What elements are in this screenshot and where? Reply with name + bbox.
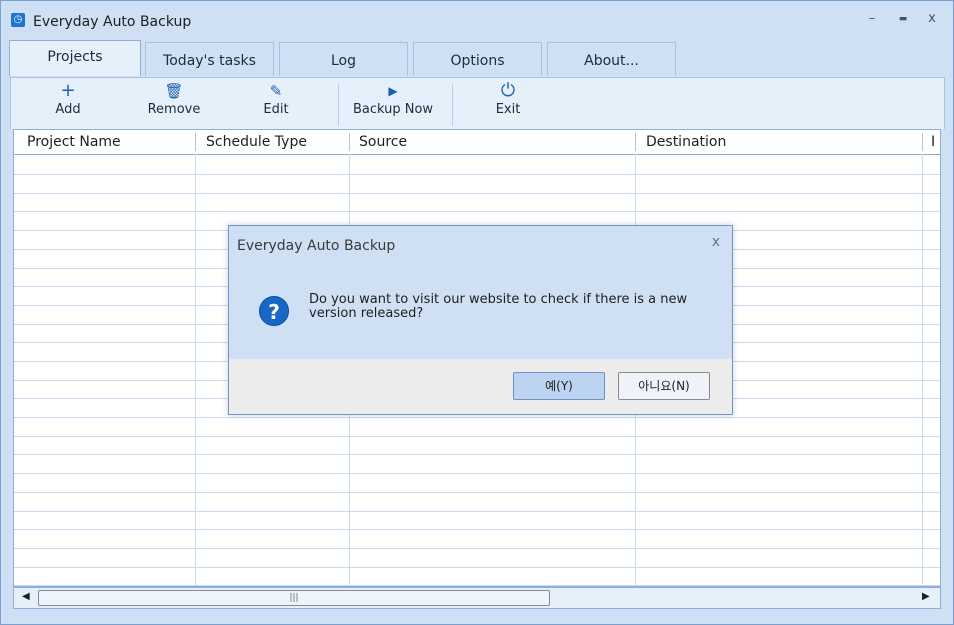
grid-row-line [14,454,940,455]
grid-row-line [14,436,940,437]
exit-label: Exit [495,102,521,117]
grid-row-line [14,567,940,568]
edit-button[interactable]: ✎ Edit [251,78,301,130]
remove-label: Remove [147,102,201,117]
scroll-left-arrow-icon[interactable]: ◀ [22,591,30,602]
grid-row-line [14,473,940,474]
question-icon: ? [259,296,289,326]
tab-log[interactable]: Log [279,42,408,76]
edit-label: Edit [263,102,289,117]
exit-button[interactable]: ⏻ Exit [483,78,533,130]
col-source[interactable]: Source [359,134,407,150]
dialog-title: Everyday Auto Backup [237,238,396,254]
grid-row-line [14,193,940,194]
column-divider[interactable] [922,133,923,151]
backup-now-label: Backup Now [352,102,434,117]
title-bar: ◷ Everyday Auto Backup – ▬ x [1,1,953,35]
grid-column-line [195,154,196,586]
column-divider[interactable] [635,133,636,151]
remove-button[interactable]: 🗑 Remove [144,78,204,130]
col-project-name[interactable]: Project Name [27,134,121,150]
dialog-footer: 예(Y) 아니요(N) [229,359,732,414]
grid-column-line [922,154,923,586]
no-button[interactable]: 아니요(N) [618,372,710,400]
app-clock-icon: ◷ [11,13,25,27]
trash-icon: 🗑 [164,82,184,100]
grid-row-line [14,211,940,212]
scrollbar-thumb[interactable]: ||| [38,590,550,606]
tab-projects[interactable]: Projects [9,40,141,76]
tab-options[interactable]: Options [413,42,542,76]
toolbar: + Add 🗑 Remove ✎ Edit ▶ Backup Now ⏻ Exi… [10,77,945,129]
backup-now-button[interactable]: ▶ Backup Now [348,78,438,130]
tab-todays-tasks[interactable]: Today's tasks [145,42,274,76]
grid-row-line [14,548,940,549]
grid-row-line [14,529,940,530]
power-icon: ⏻ [500,80,516,101]
grid-row-line [14,511,940,512]
tab-about[interactable]: About... [547,42,676,76]
pen-icon: ✎ [269,82,283,100]
toolbar-separator [452,84,453,126]
grid-row-line [14,585,940,586]
column-divider[interactable] [349,133,350,151]
column-divider[interactable] [195,133,196,151]
grid-header: Project Name Schedule Type Source Destin… [14,130,940,155]
yes-button[interactable]: 예(Y) [513,372,605,400]
toolbar-separator [338,84,339,126]
col-partial[interactable]: I [931,134,935,150]
grid-row-line [14,492,940,493]
dialog-message: Do you want to visit our website to chec… [309,292,688,321]
add-label: Add [55,102,81,117]
play-icon: ▶ [388,84,398,98]
dialog-body: ? Do you want to visit our website to ch… [229,261,732,359]
col-destination[interactable]: Destination [646,134,726,150]
update-dialog: Everyday Auto Backup x ? Do you want to … [228,225,733,415]
add-button[interactable]: + Add [43,78,93,130]
horizontal-scrollbar[interactable]: ◀ ||| ▶ [13,587,941,609]
dialog-close-button[interactable]: x [712,234,720,250]
col-schedule-type[interactable]: Schedule Type [206,134,307,150]
window-title: Everyday Auto Backup [33,14,192,30]
grid-row-line [14,174,940,175]
maximize-button[interactable]: ▬ [894,10,912,28]
grid-row-line [14,417,940,418]
plus-icon: + [60,80,76,101]
close-button[interactable]: x [923,10,941,28]
bottom-border [1,609,953,624]
minimize-button[interactable]: – [863,10,881,28]
scroll-right-arrow-icon[interactable]: ▶ [922,591,930,602]
